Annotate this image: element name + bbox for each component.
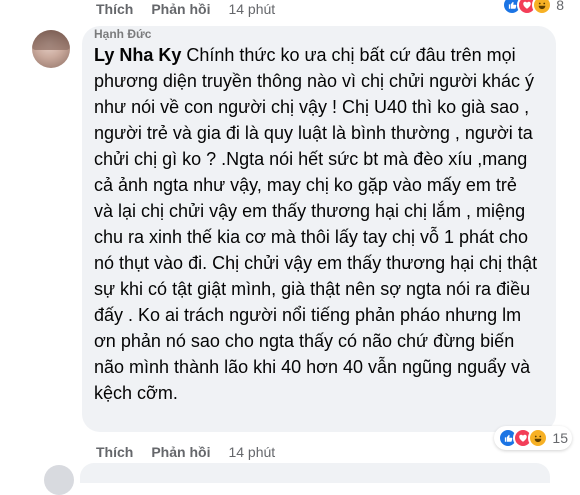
haha-reaction-icon — [528, 428, 549, 448]
reaction-count: 15 — [552, 430, 568, 446]
comment-body: Chính thức ko ưa chị bất cứ đâu trên mọi… — [94, 45, 538, 403]
avatar-hair-shape — [32, 30, 70, 50]
reaction-count: 8 — [556, 0, 564, 13]
previous-comment-reactions[interactable]: 8 — [502, 0, 564, 16]
reply-button[interactable]: Phản hồi — [151, 444, 210, 460]
mention-link[interactable]: Ly Nha Ky — [94, 45, 181, 65]
next-reply-bubble — [80, 463, 550, 483]
next-reply-avatar[interactable] — [44, 465, 74, 495]
comment-text: Ly Nha Ky Chính thức ko ưa chị bất cứ đâ… — [94, 42, 540, 406]
avatar[interactable] — [32, 30, 70, 68]
comment-reactions[interactable]: 15 — [494, 426, 572, 450]
comment-timestamp[interactable]: 14 phút — [228, 1, 275, 17]
comment-bubble: Hạnh Đức Ly Nha Ky Chính thức ko ưa chị … — [82, 26, 556, 432]
previous-comment-actions: Thích Phản hồi 14 phút — [96, 0, 275, 20]
comment-timestamp[interactable]: 14 phút — [228, 444, 275, 460]
like-button[interactable]: Thích — [96, 444, 133, 460]
reply-button[interactable]: Phản hồi — [151, 1, 210, 17]
like-button[interactable]: Thích — [96, 1, 133, 17]
haha-reaction-icon — [532, 0, 553, 15]
comment-author-name[interactable]: Hạnh Đức — [94, 28, 540, 40]
comment-actions: Thích Phản hồi 14 phút — [96, 441, 275, 463]
